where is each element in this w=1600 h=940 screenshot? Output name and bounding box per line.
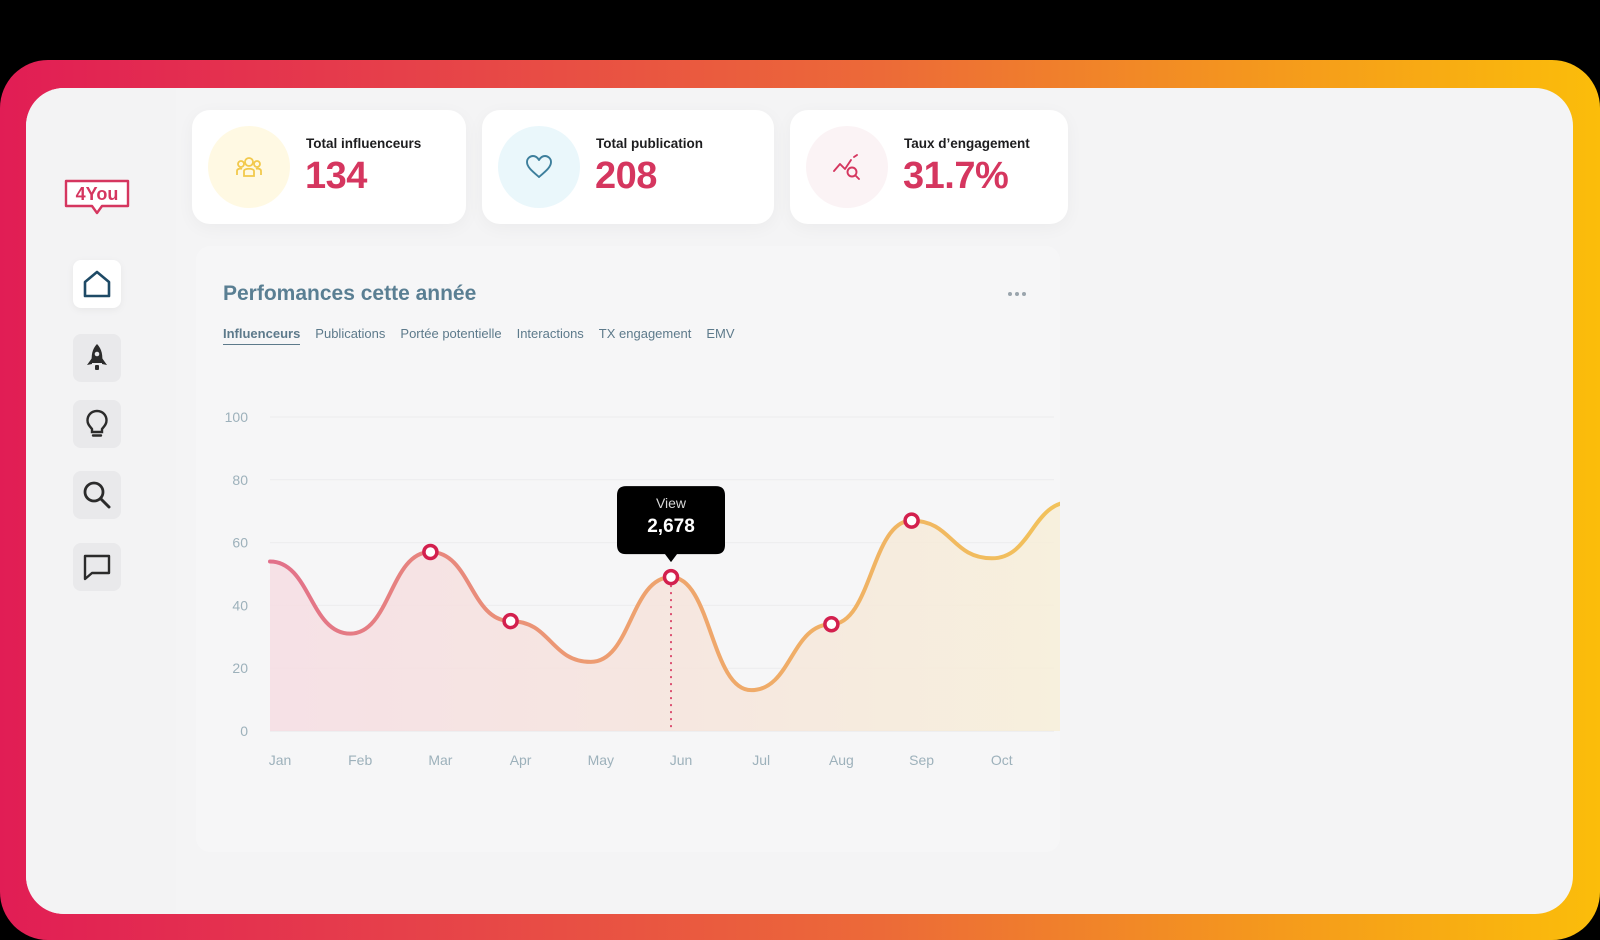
y-tick-label: 100 [225,409,249,425]
performance-line-chart: 0 20 40 60 80 100 Jan Feb Mar Apr May Jun Jul Aug Sep… [225,409,1060,768]
data-point-marker[interactable] [502,612,519,630]
app-window: 4You Total influenceurs 134 Total public… [26,88,1573,914]
lightbulb-icon [86,409,108,437]
sidebar-item-campaigns[interactable] [73,334,121,382]
x-tick-label: Apr [510,752,532,768]
stat-card-engagement[interactable]: Taux d’engagement 31.7% [790,110,1068,224]
sidebar: 4You [26,88,176,914]
tooltip-value: 2,678 [647,516,695,537]
stat-card-influenceurs[interactable]: Total influenceurs 134 [192,110,466,224]
stat-value: 208 [595,155,657,197]
data-point-marker[interactable] [823,615,840,633]
x-tick-label: May [588,752,614,768]
sidebar-item-home[interactable] [73,260,121,308]
x-tick-label: Oct [991,752,1013,768]
x-tick-label: Feb [348,752,372,768]
stat-value: 31.7% [903,155,1009,197]
x-tick-label: Sep [909,752,934,768]
data-point-marker[interactable] [422,543,439,561]
x-tick-label: Jul [752,752,770,768]
app-logo[interactable]: 4You [64,178,130,216]
stat-value: 134 [305,155,367,197]
x-tick-label: Aug [829,752,854,768]
performance-panel: Perfomances cette année Influenceurs Pub… [196,246,1060,852]
x-tick-label: Mar [428,752,452,768]
tooltip-label: View [656,495,687,511]
sidebar-item-ideas[interactable] [73,400,121,448]
x-tick-label: Jun [670,752,693,768]
chart-tooltip: View 2,678 [617,486,725,563]
logo-text: 4You [76,184,119,204]
y-tick-label: 0 [240,723,248,739]
stat-icon-wrap [498,126,580,208]
data-point-marker[interactable] [903,512,920,529]
y-axis: 0 20 40 60 80 100 [225,409,249,739]
stat-label: Taux d’engagement [904,136,1030,151]
home-icon [83,270,111,298]
stat-icon-wrap [806,126,888,208]
x-tick-label: Jan [269,752,292,768]
stat-label: Total influenceurs [306,136,422,151]
search-icon [83,481,111,509]
chat-icon [83,554,111,581]
users-icon [236,157,262,177]
y-tick-label: 80 [232,472,248,488]
y-tick-label: 20 [232,660,248,676]
trend-search-icon [833,154,860,180]
y-tick-label: 40 [232,597,248,613]
sidebar-item-messages[interactable] [73,543,121,591]
data-point-marker[interactable] [662,568,680,586]
stat-card-publications[interactable]: Total publication 208 [482,110,774,224]
rocket-icon [87,344,107,370]
heart-icon [526,155,552,178]
sidebar-item-search[interactable] [73,471,121,519]
stat-icon-wrap [208,126,290,208]
y-tick-label: 60 [232,535,248,551]
x-axis: Jan Feb Mar Apr May Jun Jul Aug Sep Oct [269,752,1013,768]
stat-label: Total publication [596,136,703,151]
